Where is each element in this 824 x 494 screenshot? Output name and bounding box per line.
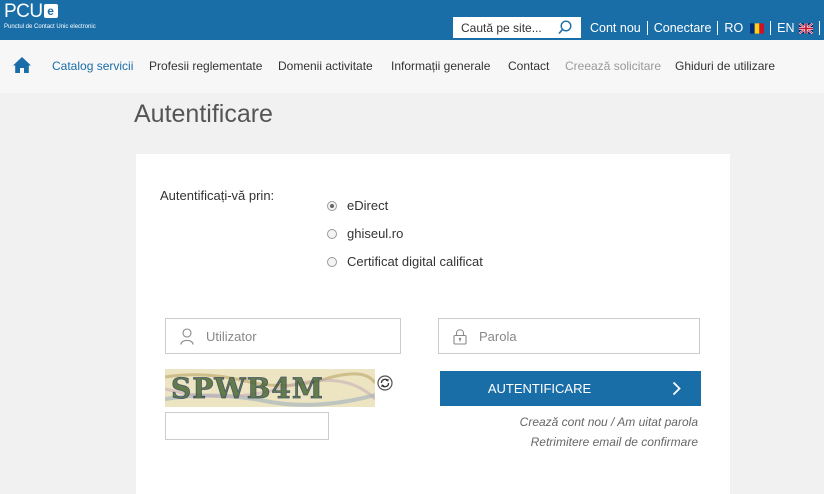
resend-email-link[interactable]: Retrimitere email de confirmare <box>531 435 698 449</box>
home-icon[interactable] <box>12 56 32 74</box>
nav-ghiduri-utilizare[interactable]: Ghiduri de utilizare <box>675 59 775 73</box>
password-field[interactable] <box>438 318 700 354</box>
account-links: Crează cont nou / Am uitat parola <box>520 415 698 429</box>
divider <box>818 21 820 35</box>
radio-button[interactable] <box>327 228 337 239</box>
divider <box>770 21 772 35</box>
divider <box>646 21 648 35</box>
lock-icon <box>453 329 467 345</box>
auth-method-label: Autentificați-vă prin: <box>160 188 275 203</box>
page-title: Autentificare <box>134 100 273 128</box>
captcha-text: SPWB4M <box>171 372 324 405</box>
search-icon[interactable] <box>558 20 572 35</box>
logo-subtitle: Punctul de Contact Unic electronic <box>4 24 96 30</box>
lang-en-link[interactable]: EN <box>777 21 794 35</box>
logo[interactable]: PCU e Punctul de Contact Unic electronic <box>4 2 96 31</box>
search-box <box>453 17 581 38</box>
login-button[interactable]: AUTENTIFICARE <box>440 371 701 406</box>
main-nav: Catalog servicii Profesii reglementate D… <box>0 40 824 93</box>
password-input[interactable] <box>479 328 639 345</box>
nav-contact[interactable]: Contact <box>508 59 549 73</box>
logo-e-badge: e <box>43 4 58 18</box>
nav-catalog-servicii[interactable]: Catalog servicii <box>52 59 133 73</box>
search-input[interactable] <box>461 20 553 35</box>
chevron-right-icon <box>672 381 681 396</box>
top-bar: PCU e Punctul de Contact Unic electronic … <box>0 0 824 40</box>
radio-option-edirect[interactable]: eDirect <box>327 198 388 213</box>
radio-button[interactable] <box>327 256 337 267</box>
cont-nou-link[interactable]: Cont nou <box>590 21 641 35</box>
conectare-link[interactable]: Conectare <box>654 21 712 35</box>
radio-label: eDirect <box>347 198 389 213</box>
user-icon <box>180 328 194 345</box>
radio-label: ghiseul.ro <box>347 226 404 241</box>
radio-option-certificat[interactable]: Certificat digital calificat <box>327 254 483 269</box>
nav-domenii-activitate[interactable]: Domenii activitate <box>278 59 373 73</box>
divider <box>717 21 719 35</box>
top-links: Cont nou Conectare RO EN FR <box>590 19 824 37</box>
login-button-label: AUTENTIFICARE <box>487 381 592 396</box>
flag-uk-icon[interactable] <box>798 22 813 34</box>
username-input[interactable] <box>206 328 366 345</box>
radio-option-ghiseul[interactable]: ghiseul.ro <box>327 226 403 241</box>
nav-profesii-reglementate[interactable]: Profesii reglementate <box>149 59 262 73</box>
link-separator: / <box>607 415 618 429</box>
captcha-input[interactable] <box>165 412 329 440</box>
nav-creeaza-solicitare[interactable]: Creează solicitare <box>565 59 661 73</box>
nav-informatii-generale[interactable]: Informații generale <box>391 59 490 73</box>
radio-label: Certificat digital calificat <box>347 254 483 269</box>
forgot-password-link[interactable]: Am uitat parola <box>617 415 698 429</box>
create-account-link[interactable]: Crează cont nou <box>520 415 608 429</box>
radio-button[interactable] <box>327 200 337 211</box>
login-card: Autentificați-vă prin: eDirect ghiseul.r… <box>136 154 730 494</box>
logo-text: PCU <box>4 1 43 22</box>
username-field[interactable] <box>165 318 401 354</box>
refresh-icon[interactable] <box>377 375 393 391</box>
flag-ro-icon[interactable] <box>750 22 765 34</box>
lang-ro-link[interactable]: RO <box>724 21 743 35</box>
captcha-image: SPWB4M <box>165 369 375 407</box>
resend-links: Retrimitere email de confirmare <box>531 435 698 449</box>
